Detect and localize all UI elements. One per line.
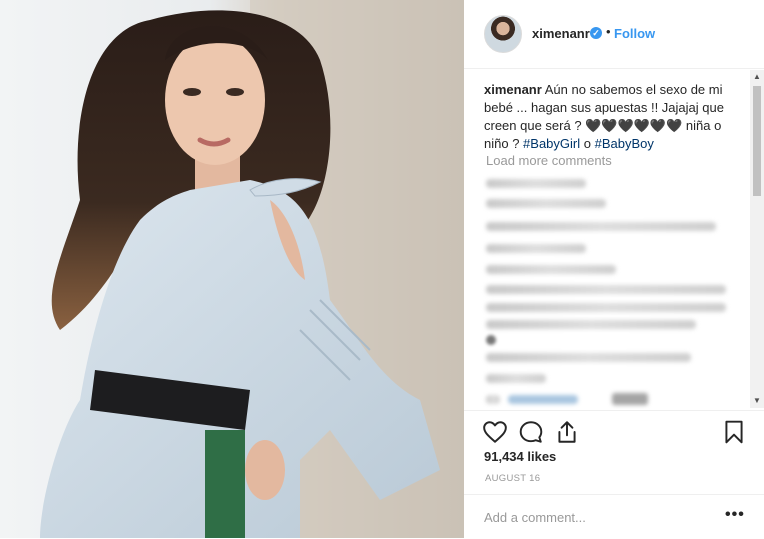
blurred-comment <box>486 374 546 383</box>
blurred-comment <box>486 199 606 208</box>
post-image <box>0 0 464 538</box>
blurred-comment <box>486 285 726 294</box>
blurred-mention <box>612 393 648 405</box>
blurred-comment <box>486 353 691 362</box>
verified-icon: ✓ <box>590 27 602 39</box>
header-separator: • <box>606 24 611 39</box>
scroll-up-arrow-icon[interactable]: ▲ <box>750 70 764 84</box>
blurred-mention <box>508 395 578 404</box>
comments-list[interactable]: ximenanr Aún no sabemos el sexo de mi be… <box>464 69 764 409</box>
post-caption: ximenanr Aún no sabemos el sexo de mi be… <box>484 81 746 153</box>
share-icon[interactable] <box>554 419 580 445</box>
load-more-comments-button[interactable]: Load more comments <box>486 153 612 168</box>
blurred-comment <box>486 265 616 274</box>
post-actions <box>464 410 764 451</box>
blurred-comment <box>486 222 716 231</box>
hashtag-babyboy[interactable]: #BabyBoy <box>595 136 654 151</box>
post-side-panel: ximenanr ✓ • Follow ximenanr Aún no sabe… <box>464 0 764 538</box>
comment-icon[interactable] <box>518 419 544 445</box>
blurred-comment <box>486 244 586 253</box>
post-date: AUGUST 16 <box>485 473 541 484</box>
post-photo[interactable] <box>0 0 464 538</box>
caption-username[interactable]: ximenanr <box>484 82 542 97</box>
comments-scrollbar[interactable]: ▲ ▼ <box>750 70 764 408</box>
blurred-comment <box>486 303 726 312</box>
hashtag-babygirl[interactable]: #BabyGirl <box>523 136 580 151</box>
heart-icon[interactable] <box>482 419 508 445</box>
caption-connector: o <box>580 136 595 151</box>
likes-count[interactable]: 91,434 likes <box>484 449 556 464</box>
add-comment-input[interactable] <box>484 507 704 527</box>
blurred-comment <box>486 179 586 188</box>
bookmark-icon[interactable] <box>721 419 747 445</box>
blurred-emoji <box>486 335 496 345</box>
scroll-down-arrow-icon[interactable]: ▼ <box>750 394 764 408</box>
blurred-comment <box>486 395 500 404</box>
follow-button[interactable]: Follow <box>614 26 655 41</box>
more-options-icon[interactable]: ••• <box>725 506 745 524</box>
add-comment-bar: ••• <box>464 494 764 539</box>
post-header: ximenanr ✓ • Follow <box>464 0 764 69</box>
blurred-comment <box>486 320 696 329</box>
header-username[interactable]: ximenanr <box>532 26 590 41</box>
scroll-thumb[interactable] <box>753 86 761 196</box>
avatar[interactable] <box>484 15 522 53</box>
